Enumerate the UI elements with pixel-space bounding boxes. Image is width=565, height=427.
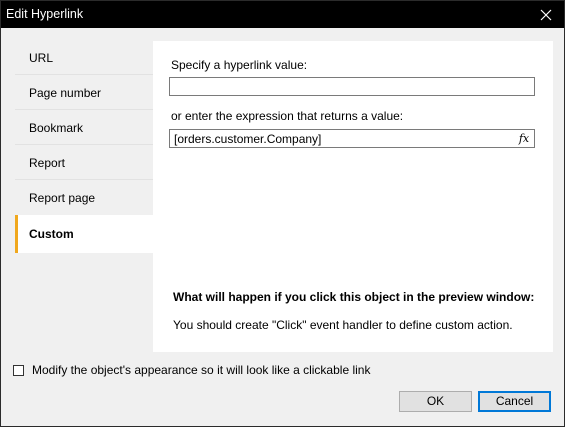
- fx-button[interactable]: fx: [516, 131, 532, 147]
- hyperlink-kind-list: URL Page number Bookmark Report Report p…: [15, 41, 153, 253]
- sidebar-item-label: URL: [29, 51, 54, 65]
- custom-settings-panel: Specify a hyperlink value: or enter the …: [153, 41, 553, 352]
- sidebar-item-url[interactable]: URL: [15, 41, 153, 75]
- sidebar-item-label: Bookmark: [29, 121, 84, 135]
- expression-field[interactable]: fx: [169, 129, 535, 148]
- ok-button[interactable]: OK: [399, 391, 472, 412]
- sidebar-item-label: Page number: [29, 86, 102, 100]
- close-button[interactable]: [530, 1, 562, 28]
- sidebar-item-bookmark[interactable]: Bookmark: [15, 111, 153, 145]
- hyperlink-value-input[interactable]: [170, 78, 534, 95]
- close-icon: [540, 9, 552, 20]
- clickable-link-label: Modify the object's appearance so it wil…: [32, 363, 371, 377]
- sidebar-item-label: Custom: [29, 227, 74, 241]
- expression-input[interactable]: [170, 130, 534, 147]
- info-text: You should create "Click" event handler …: [173, 318, 513, 332]
- sidebar-item-custom[interactable]: Custom: [15, 215, 153, 253]
- sidebar-item-page-number[interactable]: Page number: [15, 76, 153, 110]
- info-title: What will happen if you click this objec…: [173, 290, 535, 304]
- fx-icon: fx: [518, 132, 530, 145]
- sidebar-item-label: Report page: [29, 191, 96, 205]
- value-label: Specify a hyperlink value:: [171, 58, 308, 72]
- value-field[interactable]: [169, 77, 535, 96]
- window-title: Edit Hyperlink: [6, 7, 84, 21]
- sidebar-item-report-page[interactable]: Report page: [15, 181, 153, 215]
- sidebar-item-label: Report: [29, 156, 66, 170]
- title-bar: Edit Hyperlink: [1, 1, 564, 28]
- clickable-link-option[interactable]: Modify the object's appearance so it wil…: [13, 363, 370, 377]
- cancel-button[interactable]: Cancel: [478, 391, 551, 412]
- edit-hyperlink-dialog: Edit Hyperlink URL Page number Bookmark …: [0, 0, 565, 427]
- sidebar-item-report[interactable]: Report: [15, 146, 153, 180]
- expression-label: or enter the expression that returns a v…: [171, 109, 404, 123]
- clickable-link-checkbox[interactable]: [13, 364, 24, 376]
